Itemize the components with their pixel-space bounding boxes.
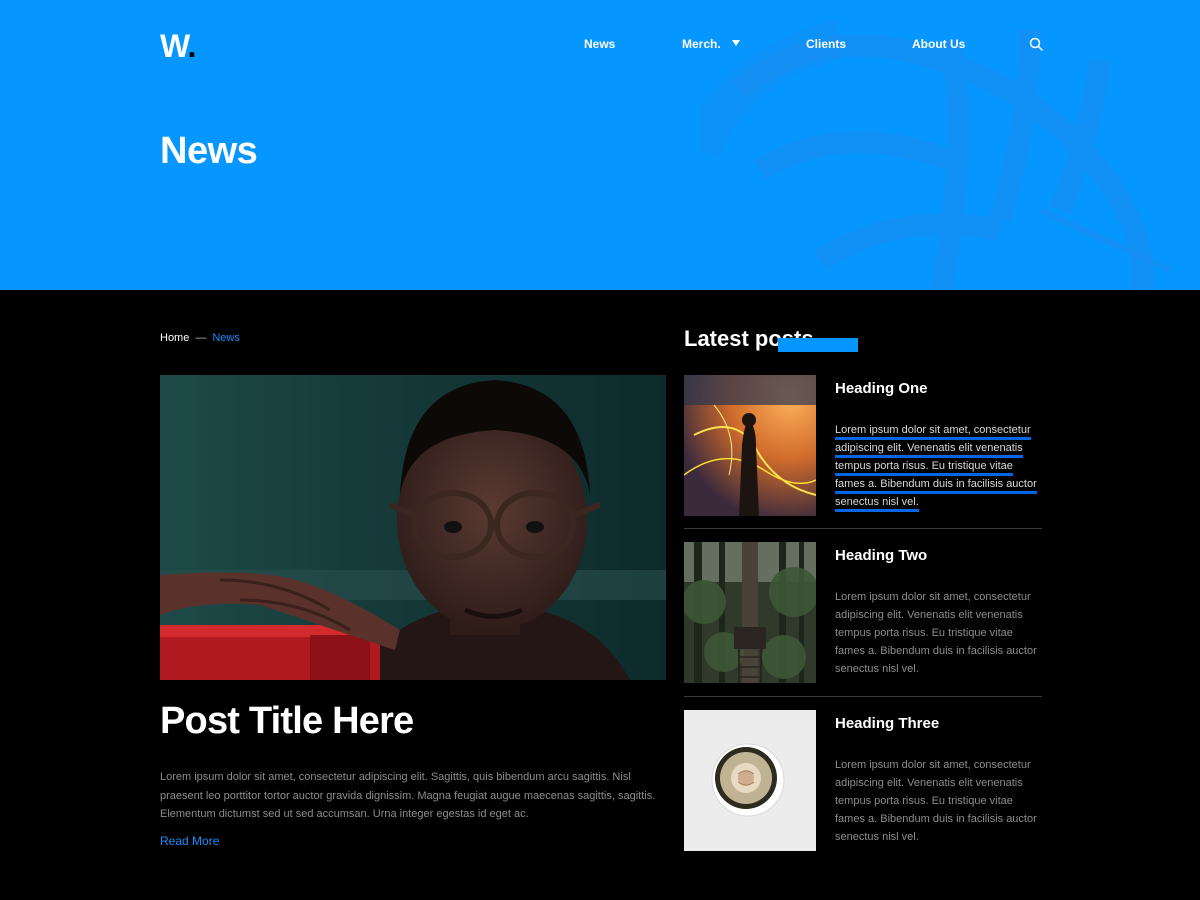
chevron-down-icon[interactable] [732, 40, 740, 46]
post-excerpt: Lorem ipsum dolor sit amet, consectetur … [835, 591, 1037, 675]
post-thumbnail[interactable] [684, 375, 816, 516]
title-accent-bar [778, 338, 858, 352]
divider [684, 528, 1042, 529]
featured-post-title[interactable]: Post Title Here [160, 700, 414, 743]
nav-clients[interactable]: Clients [806, 37, 846, 51]
post-heading[interactable]: Heading Two [835, 547, 927, 564]
featured-post-excerpt: Lorem ipsum dolor sit amet, consectetur … [160, 771, 656, 820]
breadcrumb-home[interactable]: Home [160, 332, 189, 344]
breadcrumb-current[interactable]: News [212, 332, 240, 344]
nav-news[interactable]: News [584, 37, 615, 51]
search-icon[interactable] [1029, 37, 1043, 51]
latest-post-item[interactable]: Heading One Lorem ipsum dolor sit amet, … [684, 375, 1042, 516]
featured-post-image[interactable] [160, 375, 666, 680]
hero-banner: W. News Merch. Clients About Us News [0, 0, 1200, 290]
post-heading[interactable]: Heading One [835, 380, 928, 397]
breadcrumb-separator: — [195, 332, 207, 344]
read-more-link[interactable]: Read More [160, 834, 219, 848]
latest-post-item[interactable]: Heading Three Lorem ipsum dolor sit amet… [684, 710, 1042, 851]
post-excerpt: Lorem ipsum dolor sit amet, consectetur … [835, 421, 1045, 512]
post-excerpt: Lorem ipsum dolor sit amet, consectetur … [835, 759, 1037, 843]
post-heading[interactable]: Heading Three [835, 715, 939, 732]
nav-merch[interactable]: Merch. [682, 37, 721, 51]
breadcrumb: Home — News [160, 332, 240, 344]
page-title: News [160, 130, 258, 172]
post-thumbnail[interactable] [684, 542, 816, 683]
nav-about-us[interactable]: About Us [912, 37, 965, 51]
latest-post-item[interactable]: Heading Two Lorem ipsum dolor sit amet, … [684, 542, 1042, 683]
post-thumbnail[interactable] [684, 710, 816, 851]
site-logo[interactable]: W. [160, 28, 196, 65]
divider [684, 696, 1042, 697]
